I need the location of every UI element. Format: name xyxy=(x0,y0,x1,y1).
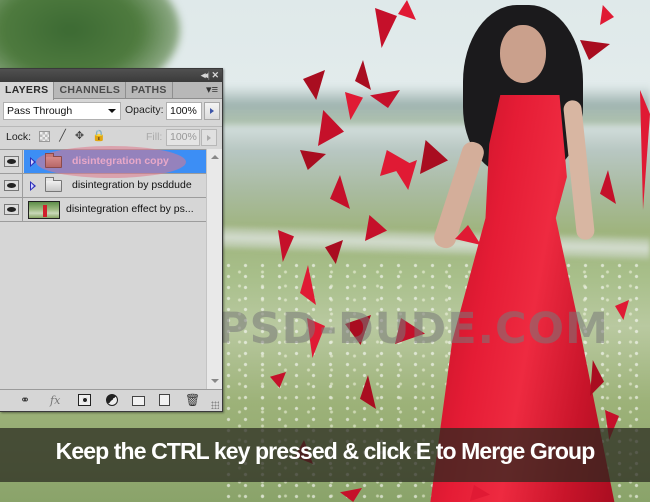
shard xyxy=(470,485,490,501)
trash-icon[interactable]: 🗑 xyxy=(185,394,200,407)
fill-slider-button[interactable] xyxy=(201,129,217,146)
layers-scrollbar[interactable] xyxy=(206,149,222,389)
lock-transparency-icon[interactable] xyxy=(39,131,50,142)
shard xyxy=(303,70,325,100)
shard xyxy=(398,0,416,20)
expand-triangle-icon[interactable] xyxy=(30,181,36,191)
folder-icon xyxy=(45,177,62,192)
layers-panel: ◂◂ | ✕ LAYERS CHANNELS PATHS ▾≡ Pass Thr… xyxy=(0,68,223,412)
shard xyxy=(590,360,604,396)
scroll-up-icon[interactable] xyxy=(211,155,219,159)
shard xyxy=(375,8,397,48)
tab-channels[interactable]: CHANNELS xyxy=(54,82,127,98)
panel-tabs: LAYERS CHANNELS PATHS ▾≡ xyxy=(0,82,222,100)
shard xyxy=(580,40,610,60)
shard xyxy=(270,372,286,388)
layer-row[interactable]: disintegration effect by ps... xyxy=(0,198,206,222)
tab-paths[interactable]: PATHS xyxy=(126,82,173,98)
layers-list: disintegration copy disintegration by ps… xyxy=(0,146,206,389)
shard xyxy=(300,150,326,170)
shard xyxy=(330,175,350,209)
eye-icon xyxy=(4,180,19,191)
close-icon[interactable]: ✕ xyxy=(211,69,219,82)
visibility-toggle[interactable] xyxy=(0,150,23,173)
fill-label: Fill: xyxy=(146,131,163,143)
lock-fill-row: Lock: ╱ ✥ 🔒 Fill: 100% xyxy=(0,126,222,146)
adjustment-layer-icon[interactable] xyxy=(106,394,118,406)
shard xyxy=(365,215,387,241)
blend-opacity-row: Pass Through Opacity: 100% xyxy=(3,101,220,121)
shard xyxy=(278,230,294,262)
blend-mode-select[interactable]: Pass Through xyxy=(3,102,121,120)
panel-menu-icon[interactable]: ▾≡ xyxy=(206,82,218,99)
layer-style-fx-icon[interactable]: fx xyxy=(50,394,60,407)
panel-footer: ⚭ fx 🗑 xyxy=(0,389,222,411)
eye-icon xyxy=(4,204,19,215)
chevron-down-icon xyxy=(108,109,116,113)
layer-name: disintegration copy xyxy=(72,155,169,167)
caption-text: Keep the CTRL key pressed & click E to M… xyxy=(55,438,596,464)
shard xyxy=(355,60,371,90)
scroll-down-icon[interactable] xyxy=(211,379,219,383)
opacity-slider-button[interactable] xyxy=(204,102,220,120)
shard xyxy=(325,240,343,264)
lock-pixels-brush-icon[interactable]: ╱ xyxy=(57,131,68,142)
shard xyxy=(360,375,376,409)
layer-row[interactable]: disintegration by psddude xyxy=(0,174,206,198)
shard xyxy=(340,488,362,502)
shard xyxy=(318,110,344,146)
opacity-label: Opacity: xyxy=(125,104,164,116)
collapse-icon[interactable]: ◂◂ xyxy=(201,69,208,82)
visibility-toggle[interactable] xyxy=(0,174,23,197)
shard xyxy=(600,5,614,25)
tab-layers[interactable]: LAYERS xyxy=(0,82,55,100)
shard xyxy=(300,265,316,305)
shard xyxy=(345,92,363,120)
shard xyxy=(370,90,400,108)
expand-triangle-icon[interactable] xyxy=(30,157,36,167)
folder-icon xyxy=(45,153,62,168)
shard xyxy=(600,170,616,204)
shard xyxy=(420,140,448,174)
blend-mode-value: Pass Through xyxy=(7,105,73,117)
resize-grip[interactable] xyxy=(211,401,219,409)
layer-thumbnail xyxy=(28,201,60,219)
add-mask-icon[interactable] xyxy=(78,394,91,406)
opacity-input[interactable]: 100% xyxy=(166,102,202,120)
link-layers-icon[interactable]: ⚭ xyxy=(20,394,30,407)
visibility-toggle[interactable] xyxy=(0,198,23,221)
layer-row[interactable]: disintegration copy xyxy=(0,146,206,178)
lock-position-icon[interactable]: ✥ xyxy=(74,131,85,142)
layer-content[interactable]: disintegration by psddude xyxy=(24,174,206,197)
layer-name: disintegration effect by ps... xyxy=(66,203,194,215)
layer-name: disintegration by psddude xyxy=(72,179,192,191)
layer-content[interactable]: disintegration effect by ps... xyxy=(24,198,206,221)
new-group-folder-icon[interactable] xyxy=(132,396,145,406)
fill-input[interactable]: 100% xyxy=(166,129,200,146)
layer-content[interactable]: disintegration copy xyxy=(24,146,206,178)
new-layer-icon[interactable] xyxy=(159,394,170,406)
lock-label: Lock: xyxy=(6,131,32,143)
lock-all-icon[interactable]: 🔒 xyxy=(92,131,106,142)
titlebar-separator: | xyxy=(207,70,210,80)
panel-titlebar[interactable]: ◂◂ | ✕ xyxy=(0,69,222,82)
shard xyxy=(455,225,481,245)
shard xyxy=(640,90,650,210)
shard xyxy=(615,300,629,320)
eye-icon xyxy=(4,156,19,167)
